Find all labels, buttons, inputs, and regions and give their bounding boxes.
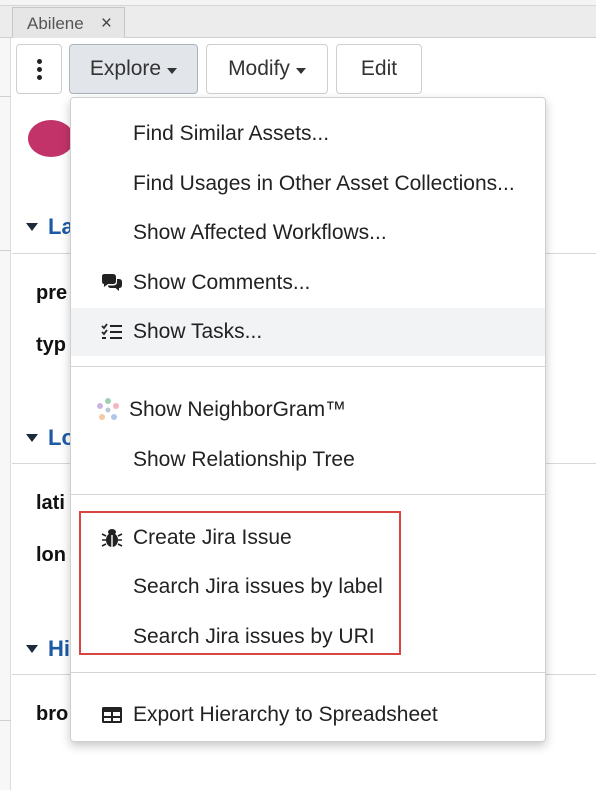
- edit-button[interactable]: Edit: [336, 44, 422, 94]
- menu-item-show-comments[interactable]: Show Comments...: [71, 259, 545, 307]
- modify-button[interactable]: Modify: [206, 44, 328, 94]
- tab-abilene[interactable]: Abilene ×: [12, 7, 125, 39]
- neighborgram-icon: [95, 398, 121, 422]
- table-icon: [99, 703, 125, 727]
- explore-button[interactable]: Explore: [69, 44, 198, 94]
- menu-item-find-usages[interactable]: Find Usages in Other Asset Collections..…: [71, 160, 545, 208]
- menu-item-show-neighborgram[interactable]: Show NeighborGram™: [71, 386, 545, 434]
- menu-item-show-relationship-tree[interactable]: Show Relationship Tree: [71, 436, 545, 484]
- menu-item-find-similar-assets[interactable]: Find Similar Assets...: [71, 110, 545, 158]
- tab-strip: Abilene ×: [0, 0, 596, 39]
- edit-label: Edit: [360, 57, 398, 80]
- tab-title: Abilene: [27, 13, 84, 33]
- avatar: [28, 120, 74, 157]
- menu-item-show-affected-workflows[interactable]: Show Affected Workflows...: [71, 209, 545, 257]
- menu-item-export-hierarchy[interactable]: Export Hierarchy to Spreadsheet: [71, 691, 545, 739]
- menu-divider: [71, 366, 545, 367]
- comments-icon: [99, 271, 125, 295]
- gutter-divider: [0, 720, 11, 721]
- tasks-icon: [99, 320, 125, 344]
- field-label: lati: [36, 492, 65, 514]
- menu-item-show-tasks[interactable]: Show Tasks...: [71, 308, 545, 356]
- chevron-down-icon: [295, 67, 306, 74]
- gutter-divider: [0, 96, 11, 97]
- field-label: typ: [36, 334, 66, 356]
- left-gutter: [0, 38, 11, 790]
- kebab-icon: [36, 58, 42, 80]
- menu-divider: [71, 494, 545, 495]
- collapse-triangle-icon[interactable]: [26, 434, 38, 442]
- more-actions-button[interactable]: [16, 44, 62, 94]
- menu-divider: [71, 672, 545, 673]
- field-label: pre: [36, 282, 68, 304]
- modify-label: Modify: [228, 57, 290, 80]
- chevron-down-icon: [167, 67, 178, 74]
- field-label: lon: [36, 544, 66, 566]
- close-icon[interactable]: ×: [101, 13, 112, 35]
- explore-label: Explore: [89, 57, 162, 80]
- section-heading[interactable]: Hi: [26, 636, 70, 662]
- annotation-highlight-box: [79, 511, 401, 655]
- section-heading[interactable]: La: [26, 214, 74, 240]
- gutter-divider: [0, 250, 11, 251]
- collapse-triangle-icon[interactable]: [26, 645, 38, 653]
- collapse-triangle-icon[interactable]: [26, 223, 38, 231]
- toolbar: Explore Modify Edit: [11, 38, 596, 100]
- explore-menu: Find Similar Assets... Find Usages in Ot…: [70, 97, 546, 742]
- field-label: bro: [36, 703, 69, 725]
- section-heading[interactable]: Lo: [26, 425, 75, 451]
